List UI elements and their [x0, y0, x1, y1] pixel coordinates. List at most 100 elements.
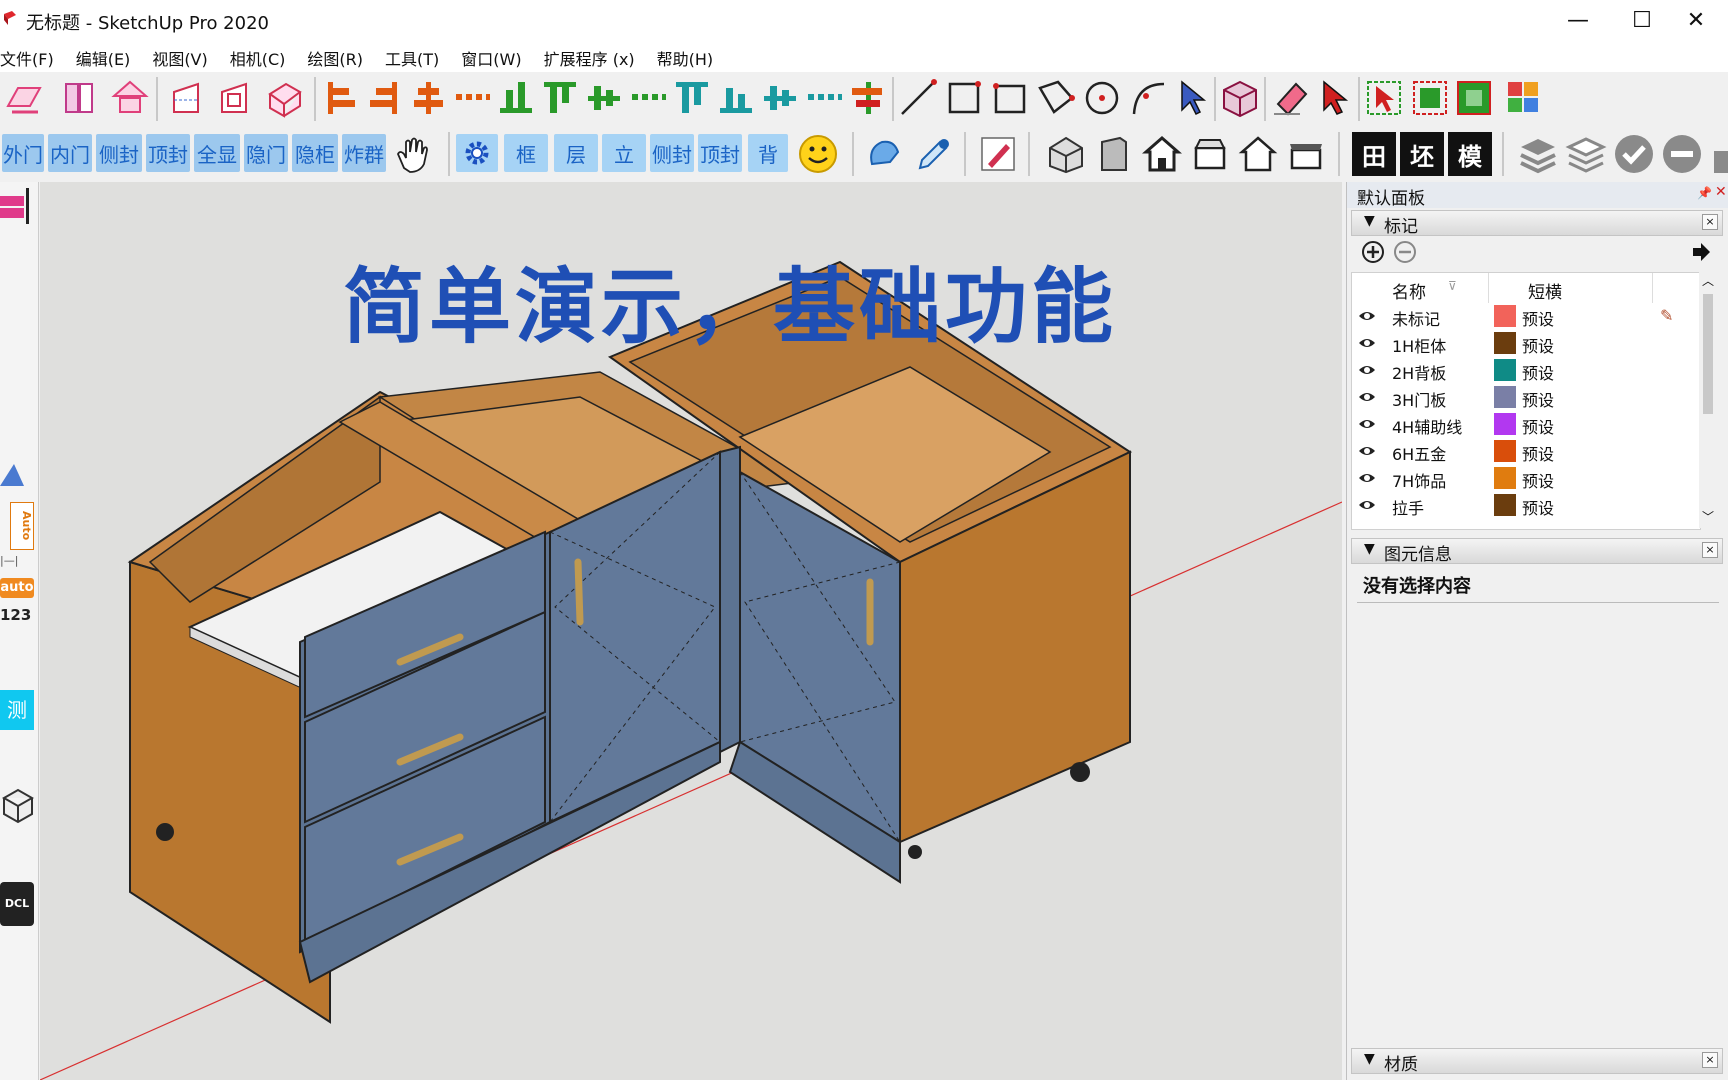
distribute-depth-icon[interactable]: [802, 76, 846, 120]
box-3d-icon[interactable]: [262, 76, 306, 120]
tag-row[interactable]: 6H五金 预设: [1352, 438, 1700, 465]
model-viewport[interactable]: 简单演示，基础功能: [40, 182, 1342, 1080]
tag-color-swatch[interactable]: [1494, 359, 1516, 381]
tag-color-swatch[interactable]: [1494, 305, 1516, 327]
dcl-button[interactable]: DCL: [0, 882, 34, 926]
menu-edit[interactable]: 编辑(E): [76, 40, 131, 72]
align-center-depth-icon[interactable]: [758, 76, 802, 120]
eraser-layer-icon[interactable]: [2, 76, 46, 120]
distribute-v-icon[interactable]: [626, 76, 670, 120]
col-dash-header[interactable]: 短横: [1528, 278, 1562, 303]
scroll-thumb[interactable]: [1703, 294, 1713, 414]
tag-details-arrow-icon[interactable]: [1689, 240, 1713, 264]
menu-file[interactable]: 文件(F): [0, 40, 54, 72]
show-all-button[interactable]: 全显: [194, 134, 240, 172]
polygon-rect-icon[interactable]: [1034, 76, 1078, 120]
tags-section-close-icon[interactable]: ×: [1702, 214, 1718, 230]
color-palette-icon[interactable]: [1502, 76, 1546, 120]
align-left-icon[interactable]: [318, 76, 362, 120]
tag-dash[interactable]: 预设: [1522, 414, 1554, 438]
scroll-up-icon[interactable]: ︿: [1702, 272, 1714, 289]
materials-section-header[interactable]: ▼ 材质 ×: [1351, 1048, 1723, 1075]
tags-scrollbar[interactable]: ︿ ﹀: [1699, 272, 1717, 528]
menu-help[interactable]: 帮助(H): [657, 40, 714, 72]
upright-button[interactable]: 立: [602, 134, 646, 172]
scroll-down-icon[interactable]: ﹀: [1702, 508, 1714, 525]
minus-circle-icon[interactable]: [1660, 132, 1704, 176]
tag-color-swatch[interactable]: [1494, 440, 1516, 462]
tag-dash[interactable]: 预设: [1522, 495, 1554, 519]
menu-window[interactable]: 窗口(W): [461, 40, 521, 72]
home-top-icon[interactable]: [1188, 132, 1232, 176]
grid-mode-button[interactable]: 田: [1352, 132, 1396, 176]
inner-door-button[interactable]: 内门: [48, 134, 92, 172]
number-tool-button[interactable]: 123: [0, 606, 34, 628]
model-mode-button[interactable]: 模: [1448, 132, 1492, 176]
house-export-icon[interactable]: [108, 76, 152, 120]
align-all-icon[interactable]: [846, 76, 890, 120]
eye-visible-icon[interactable]: [1358, 414, 1376, 434]
entity-section-close-icon[interactable]: ×: [1702, 542, 1718, 558]
tag-dash[interactable]: 预设: [1522, 306, 1554, 330]
tray-close-icon[interactable]: ✕: [1715, 184, 1727, 200]
align-right-icon[interactable]: [362, 76, 406, 120]
align-bottom-icon[interactable]: [494, 76, 538, 120]
explode-group-button[interactable]: 炸群: [342, 134, 386, 172]
sort-filter-icon[interactable]: ⊽: [1448, 279, 1457, 293]
align-bottom-depth-icon[interactable]: [714, 76, 758, 120]
rectangle-tool-icon[interactable]: [942, 76, 986, 120]
eye-visible-icon[interactable]: [1358, 495, 1376, 515]
pin-icon[interactable]: 📌: [1697, 186, 1712, 200]
top-seal-button-2[interactable]: 顶封: [698, 134, 742, 172]
paint-bucket-icon[interactable]: [862, 132, 906, 176]
eraser-tool-icon[interactable]: [1268, 76, 1312, 120]
auto-button[interactable]: auto: [0, 578, 34, 598]
menu-camera[interactable]: 相机(C): [230, 40, 286, 72]
outer-door-button[interactable]: 外门: [2, 134, 44, 172]
lock-icon[interactable]: [1706, 132, 1728, 176]
line-tool-icon[interactable]: [896, 76, 940, 120]
menu-draw[interactable]: 绘图(R): [307, 40, 363, 72]
dimension-icon[interactable]: |—|: [0, 554, 34, 568]
eye-visible-icon[interactable]: [1358, 333, 1376, 353]
layers-stack-icon[interactable]: [1516, 132, 1560, 176]
eye-visible-icon[interactable]: [1358, 441, 1376, 461]
tag-dash[interactable]: 预设: [1522, 333, 1554, 357]
close-button[interactable]: ✕: [1664, 2, 1728, 38]
distribute-h-icon[interactable]: [450, 76, 494, 120]
back-panel-button[interactable]: 背: [748, 134, 788, 172]
pointer-red-icon[interactable]: [1312, 76, 1356, 120]
select-arrow-icon[interactable]: [1170, 76, 1214, 120]
panel-pink-icon[interactable]: [0, 182, 30, 242]
hide-door-button[interactable]: 隐门: [244, 134, 288, 172]
home-side-icon[interactable]: [1092, 132, 1136, 176]
tag-row[interactable]: 7H饰品 预设: [1352, 465, 1700, 492]
layers-outline-icon[interactable]: [1564, 132, 1608, 176]
side-seal-button-2[interactable]: 侧封: [650, 134, 694, 172]
select-outer-green-icon[interactable]: [1452, 76, 1496, 120]
add-tag-icon[interactable]: [1361, 240, 1385, 264]
hand-pan-icon[interactable]: [390, 132, 434, 176]
home-back-icon[interactable]: [1236, 132, 1280, 176]
box-face-icon[interactable]: [214, 76, 258, 120]
entity-section-header[interactable]: ▼ 图元信息 ×: [1351, 538, 1723, 565]
tag-row[interactable]: 4H辅助线 预设: [1352, 411, 1700, 438]
tag-row[interactable]: 2H背板 预设: [1352, 357, 1700, 384]
col-name-header[interactable]: 名称: [1392, 278, 1426, 303]
pencil-icon[interactable]: ✎: [1660, 306, 1673, 325]
hide-cabinet-button[interactable]: 隐柜: [292, 134, 338, 172]
align-center-h-icon[interactable]: [406, 76, 450, 120]
tag-row[interactable]: 拉手 预设: [1352, 492, 1700, 519]
tag-dash[interactable]: 预设: [1522, 468, 1554, 492]
select-inner-green-icon[interactable]: [1408, 76, 1452, 120]
frame-button[interactable]: 框: [504, 134, 548, 172]
component-cube-icon[interactable]: [1218, 76, 1262, 120]
align-center-v-icon[interactable]: [582, 76, 626, 120]
menu-extensions[interactable]: 扩展程序 (x): [544, 40, 635, 72]
tag-color-swatch[interactable]: [1494, 413, 1516, 435]
circle-tool-icon[interactable]: [1080, 76, 1124, 120]
materials-section-close-icon[interactable]: ×: [1702, 1052, 1718, 1068]
eye-visible-icon[interactable]: [1358, 360, 1376, 380]
tags-section-header[interactable]: ▼ 标记 ×: [1351, 210, 1723, 237]
tag-row[interactable]: 1H柜体 预设: [1352, 330, 1700, 357]
